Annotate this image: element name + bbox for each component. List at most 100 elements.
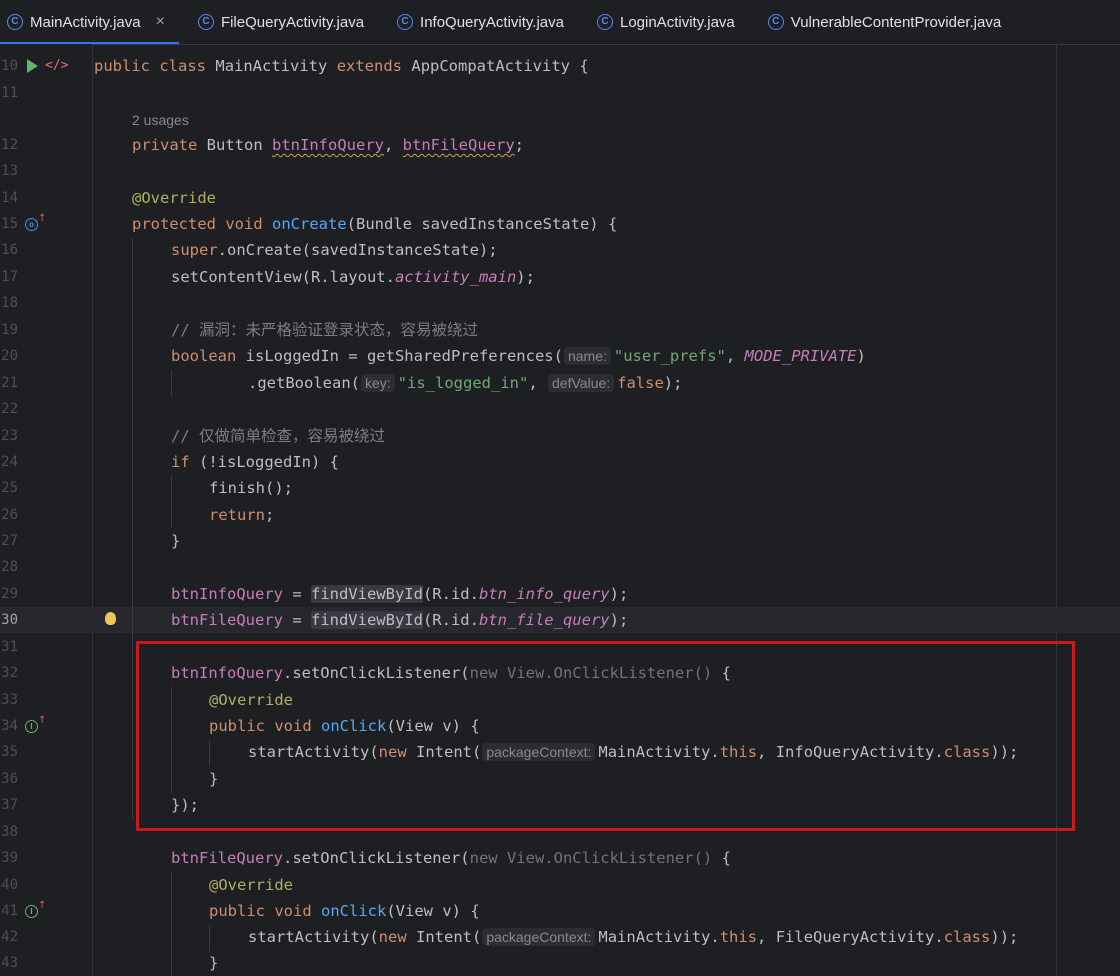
code-line: 42 startActivity(new Intent(packageConte… <box>0 924 1120 950</box>
code-text: } <box>171 532 181 550</box>
code-line: 24 if (!isLoggedIn) { <box>0 449 1120 475</box>
code-text: .getBoolean(key: "is_logged_in", defValue… <box>248 374 683 392</box>
line-number: 40 <box>1 877 18 893</box>
line-number: 43 <box>1 955 18 971</box>
line-number: 38 <box>1 824 18 840</box>
line-number: 26 <box>1 507 18 523</box>
code-line: 43 } <box>0 950 1120 976</box>
line-number: 30 <box>1 612 18 628</box>
line-number: 34 <box>1 718 18 734</box>
line-number: 17 <box>1 269 18 285</box>
line-number: 31 <box>1 639 18 655</box>
code-line: 20 boolean isLoggedIn = getSharedPrefere… <box>0 343 1120 369</box>
line-number: 21 <box>1 375 18 391</box>
line-number: 13 <box>1 163 18 179</box>
code-line: 16 super.onCreate(savedInstanceState); <box>0 237 1120 263</box>
code-text: protected void onCreate(Bundle savedInst… <box>132 215 618 233</box>
code-line: 27 } <box>0 528 1120 554</box>
code-text: finish(); <box>209 479 293 497</box>
code-text: boolean isLoggedIn = getSharedPreference… <box>171 347 866 365</box>
code-line: 10 </> public class MainActivity extends… <box>0 53 1120 79</box>
line-number: 22 <box>1 401 18 417</box>
code-line: 18 <box>0 290 1120 316</box>
code-line: 15 o ↑ protected void onCreate(Bundle sa… <box>0 211 1120 237</box>
code-text: public class MainActivity extends AppCom… <box>94 57 589 75</box>
code-text: btnInfoQuery = findViewById(R.id.btn_inf… <box>171 585 629 603</box>
line-number: 12 <box>1 137 18 153</box>
line-number: 11 <box>1 85 18 101</box>
code-line: 19 // 漏洞：未严格验证登录状态，容易被绕过 <box>0 317 1120 343</box>
implements-method-icon[interactable]: I <box>25 720 38 733</box>
code-line: 39 btnFileQuery.setOnClickListener(new V… <box>0 845 1120 871</box>
code-text: super.onCreate(savedInstanceState); <box>171 241 498 259</box>
code-line: 22 <box>0 396 1120 422</box>
arrow-up-icon: ↑ <box>38 213 47 224</box>
highlight-annotation-box <box>136 641 1075 831</box>
indent-guide <box>171 872 172 976</box>
code-line: 12 private Button btnInfoQuery, btnFileQ… <box>0 132 1120 158</box>
line-number: 39 <box>1 850 18 866</box>
code-text: private Button btnInfoQuery, btnFileQuer… <box>132 136 524 154</box>
line-number: 32 <box>1 665 18 681</box>
code-text: } <box>209 954 219 972</box>
parameter-hint: name: <box>563 347 611 365</box>
code-line: 14 @Override <box>0 185 1120 211</box>
code-line: 40 @Override <box>0 872 1120 898</box>
lightbulb-icon[interactable] <box>105 612 116 625</box>
code-line: 28 <box>0 554 1120 580</box>
indent-guide <box>171 370 172 396</box>
code-text: btnFileQuery.setOnClickListener(new View… <box>171 849 731 867</box>
code-line: 23 // 仅做简单检查，容易被绕过 <box>0 423 1120 449</box>
code-text: setContentView(R.layout.activity_main); <box>171 268 535 286</box>
parameter-hint: packageContext: <box>482 928 596 946</box>
code-line: 41 I ↑ public void onClick(View v) { <box>0 898 1120 924</box>
line-number: 29 <box>1 586 18 602</box>
line-number: 25 <box>1 480 18 496</box>
run-icon[interactable] <box>27 59 38 73</box>
overrides-method-icon[interactable]: o <box>25 218 38 231</box>
code-line: 25 finish(); <box>0 475 1120 501</box>
usages-hint[interactable]: 2 usages <box>132 108 189 132</box>
line-number: 41 <box>1 903 18 919</box>
line-number: 28 <box>1 559 18 575</box>
parameter-hint: key: <box>360 374 395 392</box>
code-line: 17 setContentView(R.layout.activity_main… <box>0 264 1120 290</box>
parameter-hint: defValue: <box>548 374 615 392</box>
code-text: @Override <box>209 876 293 894</box>
arrow-up-icon: ↑ <box>38 900 47 911</box>
current-code-line: 30 btnFileQuery = findViewById(R.id.btn_… <box>0 607 1120 633</box>
line-number: 24 <box>1 454 18 470</box>
arrow-up-icon: ↑ <box>38 715 47 726</box>
line-number: 42 <box>1 929 18 945</box>
indent-guide <box>132 238 133 819</box>
code-line: 11 <box>0 80 1120 106</box>
code-line: 13 <box>0 158 1120 184</box>
line-number: 33 <box>1 692 18 708</box>
line-number: 36 <box>1 771 18 787</box>
line-number: 19 <box>1 322 18 338</box>
line-number: 37 <box>1 797 18 813</box>
line-number: 20 <box>1 348 18 364</box>
line-number: 18 <box>1 295 18 311</box>
code-comment: // 仅做简单检查，容易被绕过 <box>171 427 385 445</box>
line-number: 14 <box>1 190 18 206</box>
implements-method-icon[interactable]: I <box>25 905 38 918</box>
indent-guide <box>209 925 210 951</box>
line-number: 16 <box>1 242 18 258</box>
code-text: btnFileQuery = findViewById(R.id.btn_fil… <box>171 611 629 629</box>
indent-guide <box>171 475 172 528</box>
line-number: 27 <box>1 533 18 549</box>
code-text: startActivity(new Intent(packageContext:… <box>248 928 1019 946</box>
code-line: 26 return; <box>0 502 1120 528</box>
line-number: 15 <box>1 216 18 232</box>
line-number: 10 <box>1 58 18 74</box>
code-text: if (!isLoggedIn) { <box>171 453 339 471</box>
code-line: 29 btnInfoQuery = findViewById(R.id.btn_… <box>0 581 1120 607</box>
code-text: @Override <box>132 189 216 207</box>
line-number: 35 <box>1 744 18 760</box>
code-view-icon[interactable]: </> <box>45 57 68 75</box>
line-number: 23 <box>1 428 18 444</box>
code-comment: // 漏洞：未严格验证登录状态，容易被绕过 <box>171 321 478 339</box>
code-line: 21 .getBoolean(key: "is_logged_in", defVa… <box>0 370 1120 396</box>
code-text: return; <box>209 506 275 524</box>
